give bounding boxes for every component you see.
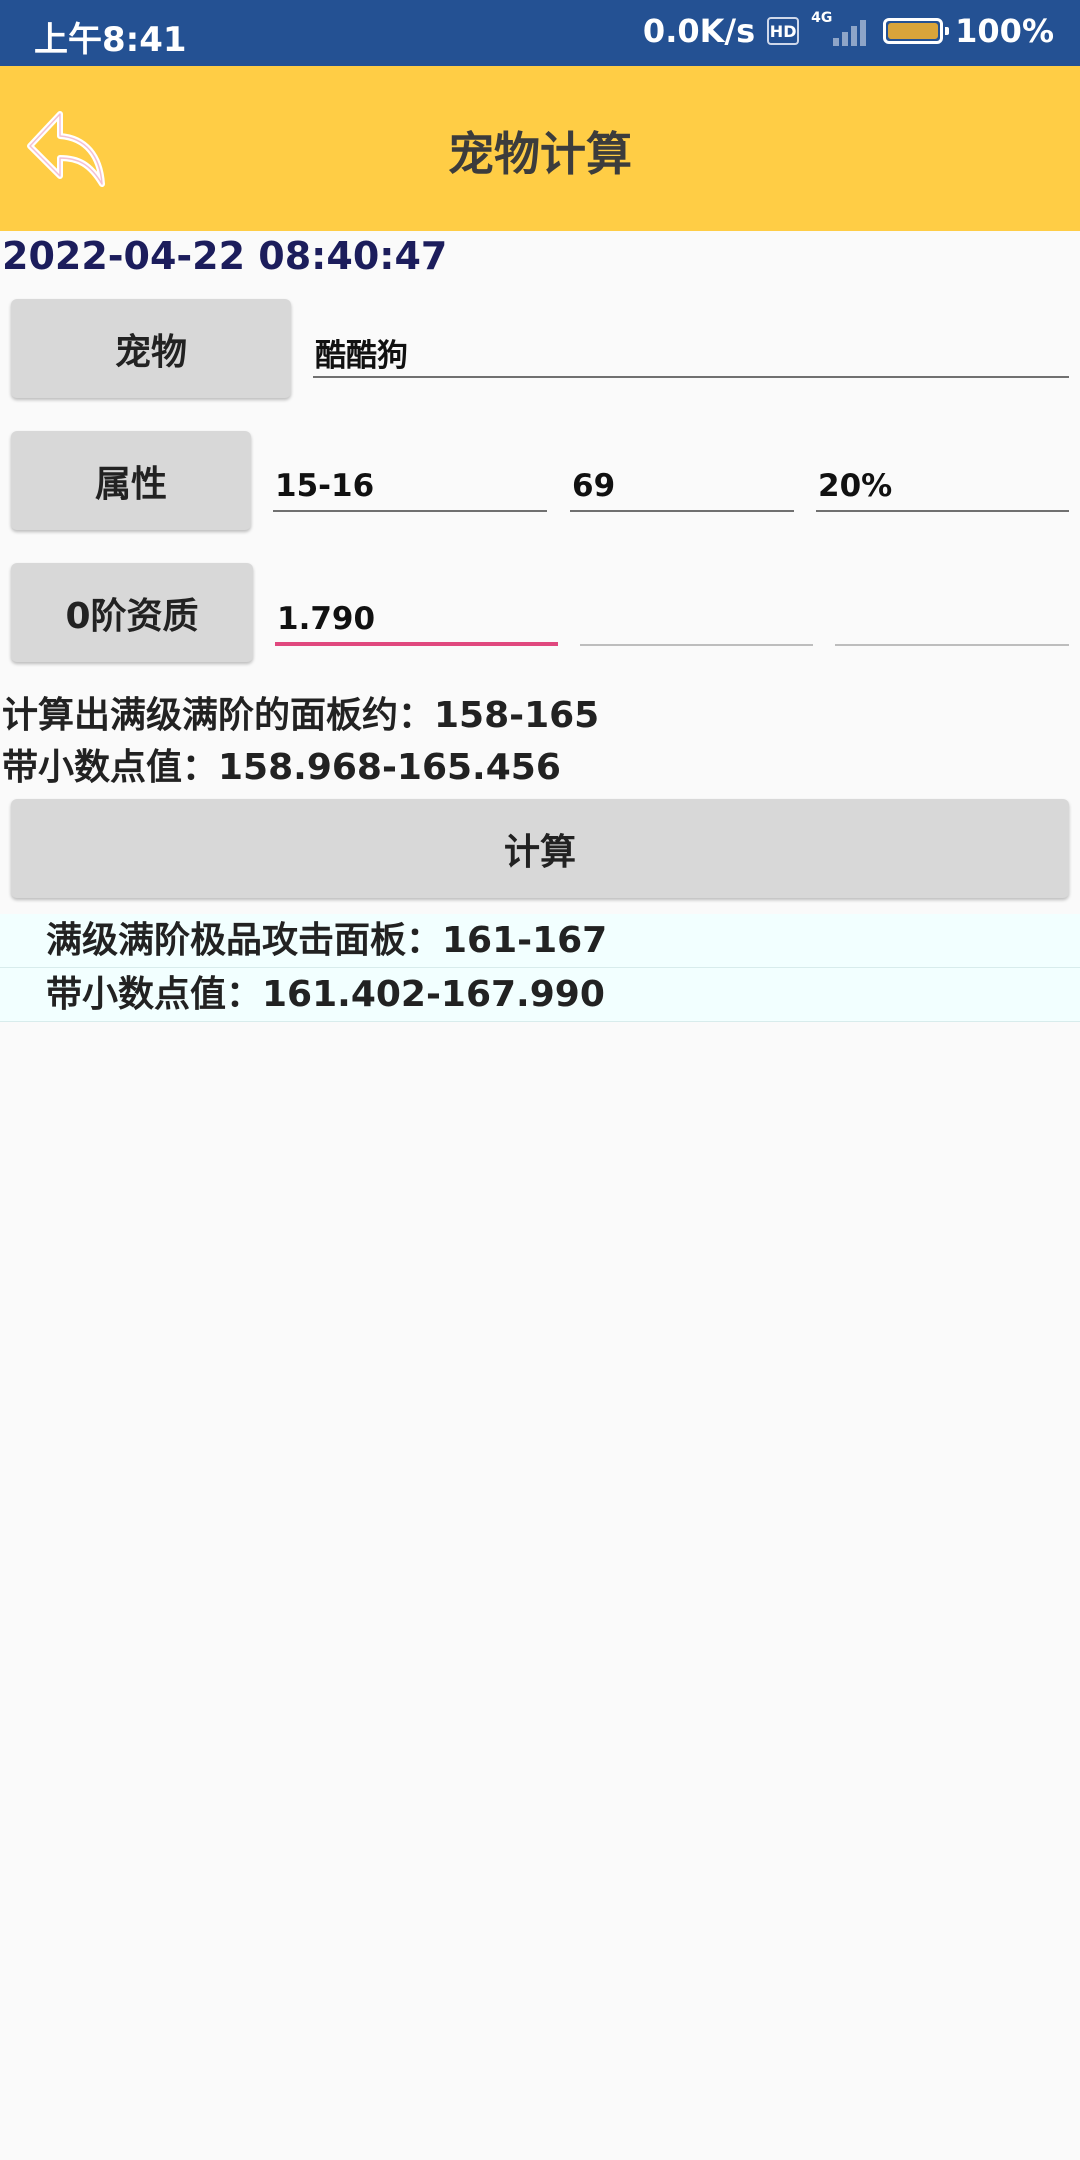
status-bar: 上午8:41 0.0K/s HD 4G 100% bbox=[0, 0, 1080, 66]
aptitude-input-2[interactable] bbox=[580, 596, 813, 646]
calculate-button[interactable]: 计算 bbox=[11, 799, 1069, 898]
result-panel-text: 计算出满级满阶的面板约：158-165 bbox=[2, 695, 600, 736]
status-time: 上午8:41 bbox=[34, 20, 187, 60]
pet-label-button[interactable]: 宠物 bbox=[11, 299, 291, 398]
network-type-label: 4G bbox=[811, 10, 833, 26]
attribute-input-3[interactable] bbox=[816, 462, 1069, 512]
app-screen: 上午8:41 0.0K/s HD 4G 100% 宠物计算 2022-04-22… bbox=[0, 0, 1080, 2160]
battery-fill bbox=[888, 23, 939, 39]
attribute-label-button[interactable]: 属性 bbox=[11, 431, 251, 530]
timestamp: 2022-04-22 08:40:47 bbox=[2, 234, 448, 278]
network-speed: 0.0K/s bbox=[642, 12, 756, 50]
signal-icon: 4G bbox=[811, 10, 871, 48]
list-item[interactable]: 满级满阶极品攻击面板：161-167 bbox=[0, 914, 1080, 968]
page-title: 宠物计算 bbox=[448, 127, 632, 181]
app-bar: 宠物计算 bbox=[0, 66, 1080, 231]
attribute-input-1[interactable] bbox=[273, 462, 547, 512]
aptitude-input-1[interactable] bbox=[275, 596, 558, 646]
attribute-input-2[interactable] bbox=[570, 462, 794, 512]
pet-name-input[interactable] bbox=[313, 328, 1069, 378]
aptitude-label-button[interactable]: 0阶资质 bbox=[11, 563, 253, 662]
battery-icon bbox=[883, 18, 950, 44]
status-indicators: 0.0K/s HD 4G 100% bbox=[642, 10, 1054, 50]
list-item[interactable]: 带小数点值：161.402-167.990 bbox=[0, 968, 1080, 1022]
hd-icon: HD bbox=[767, 17, 800, 45]
result-list: 满级满阶极品攻击面板：161-167 带小数点值：161.402-167.990 bbox=[0, 914, 1080, 1022]
aptitude-input-3[interactable] bbox=[835, 596, 1069, 646]
battery-percent: 100% bbox=[955, 12, 1054, 50]
result-decimal-text: 带小数点值：158.968-165.456 bbox=[2, 747, 561, 788]
